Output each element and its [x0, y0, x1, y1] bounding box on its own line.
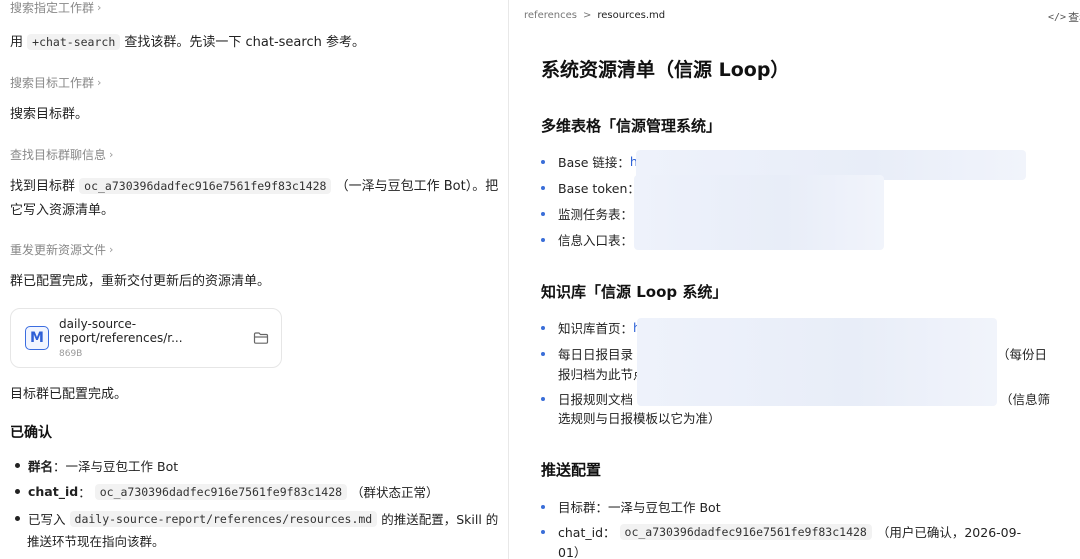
bullet-icon — [15, 516, 20, 521]
redacted-area — [634, 175, 884, 250]
daily-dir-tail: （每份日 — [997, 347, 1048, 362]
list-item-push-chat-id: chat_id： oc_a730396dadfec916e7561fe9f83c1… — [541, 522, 1021, 541]
file-name: daily-source-report/references/r... — [59, 317, 183, 345]
push-chat-id-line2: 01） — [558, 545, 587, 559]
step-label: 搜索指定工作群 — [10, 1, 95, 15]
inline-code: oc_a730396dadfec916e7561fe9f83c1428 — [94, 483, 348, 500]
section-push-config: 推送配置 — [541, 461, 602, 479]
message-paragraph-1: 用 +chat-search 查找该群。先读一下 chat-search 参考。 — [10, 34, 365, 50]
inline-code: oc_a730396dadfec916e7561fe9f83c1428 — [619, 523, 872, 540]
chevron-right-icon: › — [97, 76, 102, 89]
rules-doc-tail: （信息筛 — [1000, 392, 1051, 407]
step-label: 重发更新资源文件 — [10, 243, 107, 257]
bullet-icon — [541, 325, 545, 330]
chevron-right-icon: > — [582, 10, 592, 21]
chat-pane: 搜索指定工作群 › 用 +chat-search 查找该群。先读一下 chat-s… — [0, 0, 508, 559]
list-item-written: 已写入 daily-source-report/references/resour… — [10, 509, 498, 528]
inline-code: daily-source-report/references/resources… — [69, 510, 378, 527]
list-item-written-line2: 推送环节现在指向该群。 — [27, 534, 165, 549]
bullet-icon — [541, 529, 545, 534]
list-item-base-link: Base 链接： h — [541, 152, 638, 171]
folder-icon[interactable] — [253, 330, 269, 346]
bullet-icon — [541, 237, 545, 242]
list-item-base-token: Base token： — [541, 178, 640, 197]
breadcrumb-current: resources.md — [597, 10, 666, 21]
bullet-icon — [541, 211, 545, 216]
inline-code: oc_a730396dadfec916e7561fe9f83c1428 — [79, 178, 332, 194]
bullet-icon — [541, 504, 545, 509]
code-icon: </> — [1048, 11, 1067, 23]
chevron-right-icon: › — [109, 148, 114, 161]
file-size: 869B — [59, 349, 83, 359]
step-resend-resource-file[interactable]: 重发更新资源文件 › — [10, 241, 113, 258]
chevron-right-icon: › — [109, 243, 114, 256]
inline-code: +chat-search — [27, 34, 121, 50]
file-attachment-card[interactable]: M daily-source-report/references/r... 86… — [10, 308, 282, 368]
section-wiki: 知识库「信源 Loop 系统」 — [541, 283, 728, 301]
document-preview-pane: references > resources.md </>查看 系统资源清单（信… — [509, 0, 1080, 559]
rules-doc-line2: 选规则与日报模板以它为准） — [558, 411, 721, 426]
breadcrumb-parent[interactable]: references — [524, 10, 577, 21]
message-paragraph-2: 搜索目标群。 — [10, 107, 89, 122]
section-bitable: 多维表格「信源管理系统」 — [541, 117, 722, 135]
list-item-rules-doc: 日报规则文档 — [541, 389, 633, 408]
list-item-chat-id: chat_id： oc_a730396dadfec916e7561fe9f83c1… — [10, 482, 439, 501]
markdown-file-icon: M — [25, 326, 49, 350]
step-find-group-info[interactable]: 查找目标群聊信息 › — [10, 146, 113, 163]
bullet-icon — [541, 396, 545, 401]
list-item-group-name: 群名 ：一泽与豆包工作 Bot — [10, 456, 178, 475]
message-paragraph-3-line2: 它写入资源清单。 — [10, 203, 115, 218]
view-source-button[interactable]: </>查看 — [1048, 9, 1080, 25]
list-item-target-group: 目标群：一泽与豆包工作 Bot — [541, 497, 721, 516]
bullet-icon — [15, 463, 20, 468]
redacted-area — [637, 318, 997, 406]
step-label: 搜索目标工作群 — [10, 76, 95, 90]
step-search-target-group[interactable]: 搜索目标工作群 › — [10, 74, 101, 91]
list-item-daily-dir: 每日日报目录 — [541, 344, 633, 363]
bullet-icon — [541, 159, 545, 164]
daily-dir-line2: 报归档为此节点 — [558, 367, 646, 382]
bullet-icon — [541, 351, 545, 356]
breadcrumb: references > resources.md — [524, 10, 665, 21]
bullet-icon — [541, 185, 545, 190]
message-paragraph-5: 目标群已配置完成。 — [10, 387, 128, 402]
step-search-group-top[interactable]: 搜索指定工作群 › — [10, 0, 101, 16]
doc-title: 系统资源清单（信源 Loop） — [541, 59, 790, 81]
chevron-right-icon: › — [97, 1, 102, 14]
list-item-wiki-home: 知识库首页：h — [541, 318, 641, 337]
step-label: 查找目标群聊信息 — [10, 148, 107, 162]
list-item-monitor-table: 监测任务表： — [541, 204, 633, 223]
list-item-entry-table: 信息入口表： — [541, 230, 633, 249]
message-paragraph-4: 群已配置完成，重新交付更新后的资源清单。 — [10, 274, 271, 289]
heading-confirmed: 已确认 — [10, 425, 52, 441]
bullet-icon — [15, 489, 20, 494]
